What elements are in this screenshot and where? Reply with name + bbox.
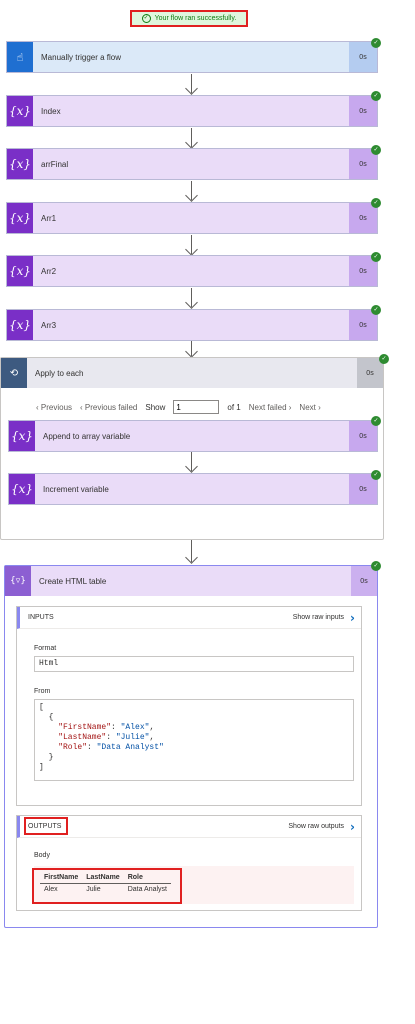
action-label: Arr3 <box>41 320 57 330</box>
json-line: [ <box>39 703 44 712</box>
action-card-index[interactable]: {x} Index 0s <box>6 95 378 127</box>
flow-arrow <box>185 452 198 474</box>
format-value: Html <box>34 656 354 672</box>
action-card-arr3[interactable]: {x} Arr3 0s <box>6 309 378 341</box>
json-value: "Alex" <box>120 723 150 732</box>
iteration-input[interactable] <box>173 400 220 414</box>
success-check-icon: ✓ <box>371 252 381 262</box>
variable-icon: {x} <box>9 421 35 451</box>
show-raw-inputs-label: Show raw inputs <box>292 614 345 621</box>
json-line: { <box>39 713 54 722</box>
create-html-table-label: Create HTML table <box>39 576 107 586</box>
flow-arrow <box>185 181 198 203</box>
next-link[interactable]: Next › <box>299 403 320 412</box>
inputs-title: INPUTS <box>28 614 54 621</box>
previous-link[interactable]: ‹ Previous <box>36 403 72 412</box>
result-table: FirstName LastName Role Alex Julie Data … <box>40 873 172 896</box>
success-message: Your flow ran successfully. <box>154 15 237 22</box>
action-card-append-array[interactable]: {x} Append to array variable 0s <box>8 420 378 452</box>
action-card-increment[interactable]: {x} Increment variable 0s <box>8 473 378 505</box>
action-label: Index <box>41 106 61 116</box>
success-check-icon: ✓ <box>371 416 381 426</box>
action-label: Arr1 <box>41 213 57 223</box>
table-cell: Julie <box>86 886 101 893</box>
flow-arrow <box>185 235 198 257</box>
action-card-arr2[interactable]: {x} Arr2 0s <box>6 255 378 287</box>
success-check-icon: ✓ <box>371 38 381 48</box>
outputs-highlight <box>24 817 68 835</box>
chevron-right-icon: › <box>350 819 355 834</box>
action-card-arr1[interactable]: {x} Arr1 0s <box>6 202 378 234</box>
success-check-icon: ✓ <box>371 561 381 571</box>
table-header-row: FirstName LastName Role <box>40 873 172 884</box>
variable-icon: {x} <box>7 96 33 126</box>
json-value: "Julie" <box>115 733 150 742</box>
from-json-viewer: [ { "FirstName": "Alex", "LastName": "Ju… <box>34 699 354 781</box>
json-key: "Role" <box>58 743 88 752</box>
inputs-header: INPUTS Show raw inputs › <box>17 607 361 629</box>
apply-to-each-duration: 0s <box>357 358 383 388</box>
variable-icon: {x} <box>9 474 35 504</box>
show-label: Show <box>145 402 166 412</box>
json-line: } <box>39 753 54 762</box>
trigger-label: Manually trigger a flow <box>41 52 122 62</box>
success-check-icon: ✓ <box>371 470 381 480</box>
format-label: Format <box>34 645 57 652</box>
success-check-icon: ✓ <box>141 14 151 23</box>
json-key: "FirstName" <box>58 723 112 732</box>
table-cell: Alex <box>44 886 58 893</box>
json-key: "LastName" <box>58 733 107 742</box>
body-label: Body <box>34 852 50 859</box>
outputs-header: OUTPUTS Show raw outputs › <box>17 816 361 838</box>
success-check-icon: ✓ <box>371 145 381 155</box>
json-line: ] <box>39 763 44 772</box>
variable-icon: {x} <box>7 256 33 286</box>
show-raw-outputs-label: Show raw outputs <box>288 823 345 830</box>
action-label: Arr2 <box>41 266 57 276</box>
hand-pointer-icon: ☝ <box>7 42 33 72</box>
flow-arrow <box>185 74 198 96</box>
apply-to-each-header[interactable]: ⟲ Apply to each 0s <box>1 358 383 388</box>
success-check-icon: ✓ <box>371 198 381 208</box>
success-check-icon: ✓ <box>371 305 381 315</box>
chevron-right-icon: › <box>350 610 355 625</box>
data-operation-icon: {▿} <box>5 566 31 596</box>
from-label: From <box>34 688 51 695</box>
create-html-table-header[interactable]: {▿} Create HTML table 0s <box>5 566 377 596</box>
action-duration: 0s <box>349 310 377 340</box>
next-failed-link[interactable]: Next failed › <box>249 403 292 412</box>
flow-arrow <box>185 288 198 310</box>
action-label: Increment variable <box>43 484 109 494</box>
result-table-highlight: FirstName LastName Role Alex Julie Data … <box>32 868 182 904</box>
column-header: Role <box>123 873 172 884</box>
table-row: Alex Julie Data Analyst <box>40 884 171 896</box>
json-value: "Data Analyst" <box>96 743 164 752</box>
action-duration: 0s <box>349 421 377 451</box>
iteration-pager: ‹ Previous ‹ Previous failed Show of 1 N… <box>36 400 321 414</box>
trigger-card[interactable]: ☝ Manually trigger a flow 0s <box>6 41 378 73</box>
table-cell: Data Analyst <box>127 886 168 893</box>
show-raw-inputs-link[interactable]: Show raw inputs › <box>293 611 355 625</box>
column-header: FirstName <box>40 873 83 884</box>
flow-arrow <box>185 540 198 565</box>
show-raw-outputs-link[interactable]: Show raw outputs › <box>288 820 355 834</box>
flow-arrow <box>185 128 198 150</box>
loop-icon: ⟲ <box>1 358 27 388</box>
variable-icon: {x} <box>7 310 33 340</box>
variable-icon: {x} <box>7 203 33 233</box>
success-banner: ✓ Your flow ran successfully. <box>130 10 248 27</box>
column-header: LastName <box>82 873 124 884</box>
previous-failed-link[interactable]: ‹ Previous failed <box>80 403 137 412</box>
action-card-arrfinal[interactable]: {x} arrFinal 0s <box>6 148 378 180</box>
apply-to-each-label: Apply to each <box>35 368 84 378</box>
action-label: Append to array variable <box>43 431 131 441</box>
iteration-count: of 1 <box>227 402 241 412</box>
action-duration: 0s <box>349 203 377 233</box>
action-duration: 0s <box>349 96 377 126</box>
success-check-icon: ✓ <box>371 91 381 101</box>
variable-icon: {x} <box>7 149 33 179</box>
success-check-icon: ✓ <box>379 354 389 364</box>
action-label: arrFinal <box>41 159 69 169</box>
